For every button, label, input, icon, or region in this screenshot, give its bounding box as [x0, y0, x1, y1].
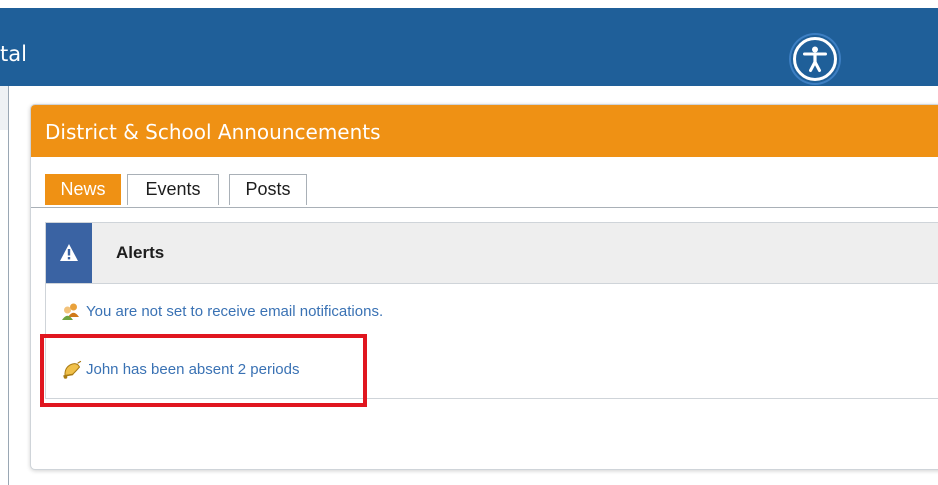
alerts-header: Alerts	[46, 223, 938, 284]
announcements-panel: District & School Announcements News Eve…	[30, 104, 938, 470]
users-icon	[62, 303, 79, 320]
accessibility-button[interactable]	[791, 35, 839, 83]
alerts-title: Alerts	[116, 243, 165, 262]
alert-email-notifications[interactable]: You are not set to receive email notific…	[60, 301, 480, 323]
accessibility-icon	[793, 37, 837, 81]
announcements-tabs: News Events Posts	[31, 157, 938, 209]
announcements-title: District & School Announcements	[45, 120, 381, 144]
alert-email-notifications-text[interactable]: You are not set to receive email notific…	[86, 302, 383, 322]
portal-title: tal	[0, 42, 27, 66]
top-bar: tal	[0, 8, 938, 86]
tab-divider	[31, 207, 938, 208]
tab-events[interactable]: Events	[127, 174, 219, 205]
highlight-annotation	[40, 334, 367, 407]
warning-icon	[60, 244, 78, 261]
tab-news[interactable]: News	[45, 174, 121, 205]
sidebar-divider	[8, 86, 9, 485]
announcements-header: District & School Announcements	[31, 105, 938, 157]
alerts-icon-container	[46, 223, 92, 283]
tab-posts[interactable]: Posts	[229, 174, 307, 205]
